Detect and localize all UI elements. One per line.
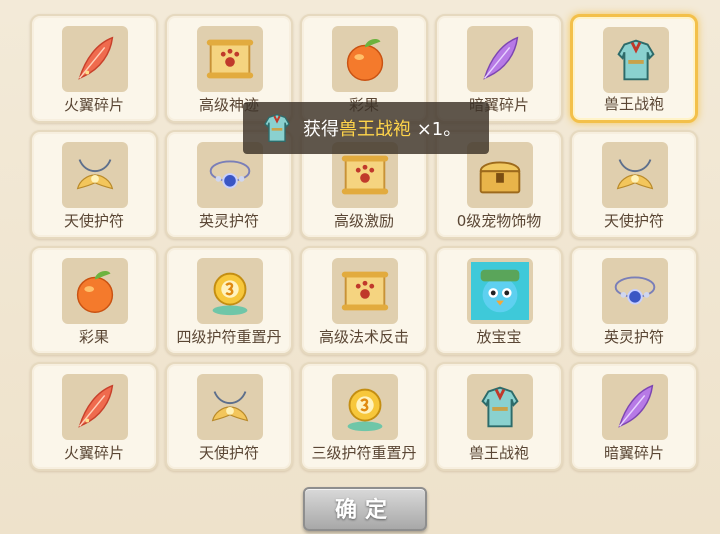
reward-item-label: 火翼碎片: [63, 96, 124, 114]
reset-pill-icon: [332, 374, 398, 440]
reward-item-slot[interactable]: 英灵护符: [570, 246, 698, 355]
reward-item-label: 四级护符重置丹: [176, 328, 282, 346]
reward-item-label: 天使护符: [603, 212, 664, 230]
reward-item-label: 放宝宝: [476, 328, 522, 346]
confirm-button[interactable]: 确定: [303, 487, 427, 531]
reward-item-slot[interactable]: 天使护符: [30, 130, 158, 239]
scroll-paw-icon: [332, 258, 398, 324]
obtain-toast: 获得兽王战袍 ×1。: [243, 102, 489, 154]
reward-panel: 火翼碎片高级神迹彩果暗翼碎片兽王战袍天使护符英灵护符高级激励0级宠物饰物天使护符…: [0, 0, 720, 534]
reward-grid: 火翼碎片高级神迹彩果暗翼碎片兽王战袍天使护符英灵护符高级激励0级宠物饰物天使护符…: [30, 14, 698, 471]
angel-amulet-icon: [197, 374, 263, 440]
reward-item-label: 天使护符: [198, 444, 259, 462]
reward-item-slot[interactable]: 天使护符: [570, 130, 698, 239]
reward-item-slot[interactable]: 兽王战袍: [570, 14, 698, 123]
reward-item-label: 英灵护符: [198, 212, 259, 230]
reward-item-label: 高级激励: [333, 212, 394, 230]
reward-item-label: 彩果: [78, 328, 109, 346]
reward-item-label: 高级法术反击: [318, 328, 409, 346]
robe-icon: [264, 113, 290, 142]
red-feather-icon: [62, 374, 128, 440]
reward-item-slot[interactable]: 高级法术反击: [300, 246, 428, 355]
reward-item-slot[interactable]: 火翼碎片: [30, 362, 158, 471]
reward-item-slot[interactable]: 彩果: [30, 246, 158, 355]
robe-icon: [467, 374, 533, 440]
reward-item-slot[interactable]: 兽王战袍: [435, 362, 563, 471]
scroll-paw-icon: [197, 26, 263, 92]
reward-item-slot[interactable]: 四级护符重置丹: [165, 246, 293, 355]
reward-item-label: 兽王战袍: [603, 95, 664, 113]
reward-item-label: 兽王战袍: [468, 444, 529, 462]
reward-item-label: 天使护符: [63, 212, 124, 230]
peach-fruit-icon: [62, 258, 128, 324]
pet-bird-icon: [467, 258, 533, 324]
toast-text: 获得兽王战袍 ×1。: [303, 119, 462, 140]
robe-icon: [603, 27, 669, 93]
reward-item-label: 英灵护符: [603, 328, 664, 346]
spirit-amulet-icon: [602, 258, 668, 324]
reward-item-slot[interactable]: 放宝宝: [435, 246, 563, 355]
reward-item-slot[interactable]: 暗翼碎片: [570, 362, 698, 471]
reward-item-label: 三级护符重置丹: [311, 444, 417, 462]
peach-fruit-icon: [332, 26, 398, 92]
reward-item-label: 火翼碎片: [63, 444, 124, 462]
reset-pill-icon: [197, 258, 263, 324]
toast-item-name: 兽王战袍: [339, 119, 411, 140]
angel-amulet-icon: [62, 142, 128, 208]
red-feather-icon: [62, 26, 128, 92]
reward-item-slot[interactable]: 天使护符: [165, 362, 293, 471]
reward-item-slot[interactable]: 三级护符重置丹: [300, 362, 428, 471]
angel-amulet-icon: [602, 142, 668, 208]
purple-feather-icon: [467, 26, 533, 92]
reward-item-label: 0级宠物饰物: [456, 212, 542, 230]
reward-item-label: 暗翼碎片: [603, 444, 664, 462]
reward-item-slot[interactable]: 火翼碎片: [30, 14, 158, 123]
purple-feather-icon: [602, 374, 668, 440]
